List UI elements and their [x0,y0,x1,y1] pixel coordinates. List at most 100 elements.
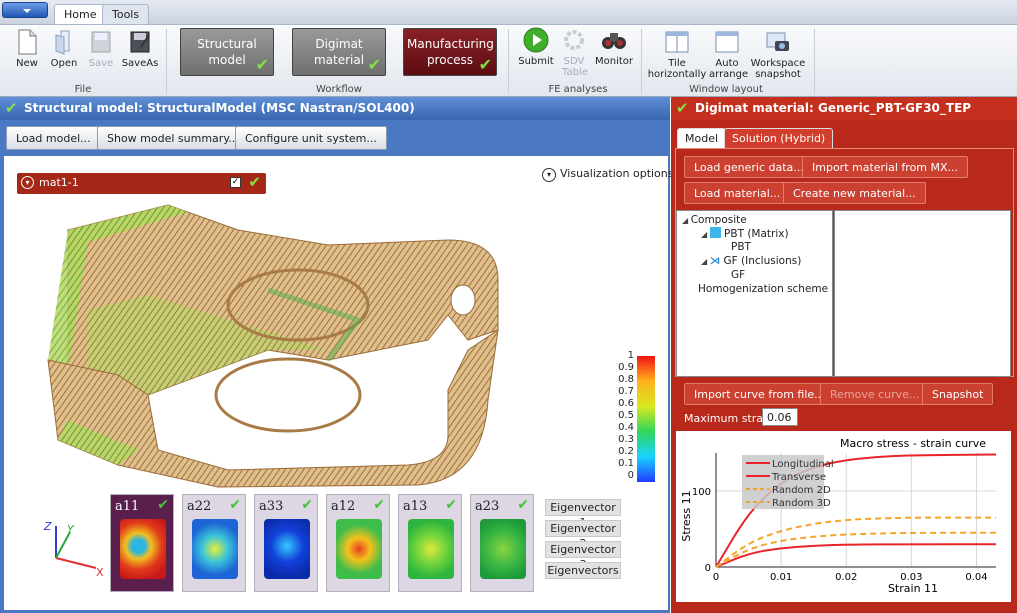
eigenvectors-button[interactable]: Eigenvectors [545,562,621,579]
save-label: Save [88,58,114,69]
check-icon: ✔ [517,497,529,513]
new-file-icon [18,29,37,55]
load-material-button[interactable]: Load material... [684,182,791,204]
chart-svg: Macro stress - strain curve Strain 11 St… [680,437,997,595]
matrix-cube-icon [709,227,721,238]
visualization-options-label: Visualization options [560,167,674,180]
orientation-thumb-a33[interactable]: a33 ✔ [254,494,318,592]
tile-window-icon [665,31,689,53]
tree-item-pbt-matrix[interactable]: ◢ PBT (Matrix) [701,227,789,240]
saveas-button[interactable]: SaveAs [120,29,160,69]
visualization-options-toggle[interactable]: ▾ Visualization options [542,167,674,182]
camera-icon [766,32,789,51]
check-icon: ✔ [676,99,689,117]
tree-item-gf-inclusions[interactable]: ◢ ⋊ GF (Inclusions) [701,255,801,267]
orientation-thumb-a12[interactable]: a12 ✔ [326,494,390,592]
thumb-image [408,519,454,579]
ribbon-separator [814,29,815,93]
orientation-thumb-a22[interactable]: a22 ✔ [182,494,246,592]
remove-curve-button[interactable]: Remove curve... [820,383,930,405]
legend-label: Random 3D [772,498,831,509]
submit-button[interactable]: Submit [517,27,555,67]
tab-home[interactable]: Home [54,4,107,24]
sdv-gear-icon [564,30,584,50]
tab-solution-hybrid[interactable]: Solution (Hybrid) [724,128,834,148]
x-tick-label: 0.02 [835,572,857,583]
tile-horizontally-label: Tile horizontally [647,58,707,80]
tab-tools[interactable]: Tools [102,4,150,24]
scale-label: 0.8 [618,374,634,385]
ribbon-separator [508,29,509,93]
legend-label: Random 2D [772,485,831,496]
tree-label: PBT (Matrix) [724,228,789,240]
tab-model[interactable]: Model [677,128,727,148]
snapshot-button[interactable]: Snapshot [922,383,994,405]
create-new-material-button[interactable]: Create new material... [783,182,926,204]
stress-strain-chart: Macro stress - strain curve Strain 11 St… [676,431,1011,602]
chart-title: Macro stress - strain curve [840,437,986,450]
workspace-snapshot-button[interactable]: Workspace snapshot [748,29,808,80]
application-menu-button[interactable] [2,2,48,18]
submit-label: Submit [518,56,554,67]
eigenvector-1-button[interactable]: Eigenvector 1 [545,499,621,529]
scale-label: 0.6 [618,398,634,409]
digimat-material-header: ✔ Digimat material: Generic_PBT-GF30_TEP [671,97,1017,120]
axis-x-label: X [96,566,104,578]
scale-label: 1 [627,350,634,361]
ribbon-separator [641,29,642,93]
material-tree[interactable]: ◢ Composite ◢ PBT (Matrix) PBT ◢ ⋊ GF (I… [676,210,833,377]
tree-label: GF (Inclusions) [723,255,802,267]
check-icon: ✔ [367,55,381,74]
tree-item-homogenization[interactable]: Homogenization scheme [698,283,828,295]
material-visible-checkbox[interactable]: ✓ [230,177,241,188]
series-line [715,531,996,568]
import-material-from-mx-button[interactable]: Import material from MX... [802,156,969,178]
eigenvector-3-button[interactable]: Eigenvector 3 [545,541,621,571]
orientation-thumb-a11[interactable]: a11 ✔ [110,494,174,592]
fe-analyses-group-label: FE analyses [548,84,608,95]
scale-label: 0.3 [618,434,634,445]
digimat-material-button[interactable]: Digimat material ✔ [292,28,386,76]
structural-model-button[interactable]: Structural model ✔ [180,28,274,76]
load-model-button[interactable]: Load model... [6,126,101,150]
material-selector[interactable]: ▾ mat1-1 ✓ ✔ [17,173,266,194]
ribbon-separator [166,29,167,93]
monitor-button[interactable]: Monitor [594,27,634,67]
tree-item-gf[interactable]: GF [731,269,745,281]
digimat-material-label: Digimat material [313,37,365,67]
new-button[interactable]: New [8,29,46,69]
legend-label: Transverse [771,472,826,483]
legend-label: Longitudinal [772,459,834,470]
check-icon: ✔ [301,497,313,513]
configure-unit-system-button[interactable]: Configure unit system... [235,126,387,150]
scale-label: 0.5 [618,410,634,421]
show-model-summary-button[interactable]: Show model summary... [97,126,249,150]
check-icon: ✔ [373,497,385,513]
load-generic-data-button[interactable]: Load generic data... [684,156,814,178]
auto-arrange-button[interactable]: Auto arrange [708,29,748,80]
open-button[interactable]: Open [46,29,82,69]
structural-model-label: Structural model [197,37,257,67]
orientation-thumb-a23[interactable]: a23 ✔ [470,494,534,592]
workflow-group-label: Workflow [316,84,362,95]
tree-item-pbt[interactable]: PBT [731,241,751,253]
manufacturing-process-button[interactable]: Manufacturing process ✔ [403,28,497,76]
save-disk-icon [91,31,111,53]
eigenvector-2-button[interactable]: Eigenvector 2 [545,520,621,550]
tree-item-composite[interactable]: ◢ Composite [682,214,747,226]
collapse-icon[interactable]: ▾ [21,176,34,189]
open-label: Open [50,58,78,69]
y-tick-label: 100 [692,487,711,498]
series-line [715,543,996,568]
maximum-strain-input[interactable]: 0.06 [762,408,798,426]
new-label: New [16,58,38,69]
save-button[interactable]: Save [84,29,118,69]
saveas-label: SaveAs [121,58,159,69]
orientation-thumb-a13[interactable]: a13 ✔ [398,494,462,592]
check-icon: ✔ [478,55,492,74]
import-curve-button[interactable]: Import curve from file... [684,383,835,405]
sdv-table-button[interactable]: SDV Table [556,27,592,78]
thumb-label: a11 [115,499,140,514]
scale-label: 0 [627,470,634,481]
tile-horizontally-button[interactable]: Tile horizontally [646,29,708,80]
